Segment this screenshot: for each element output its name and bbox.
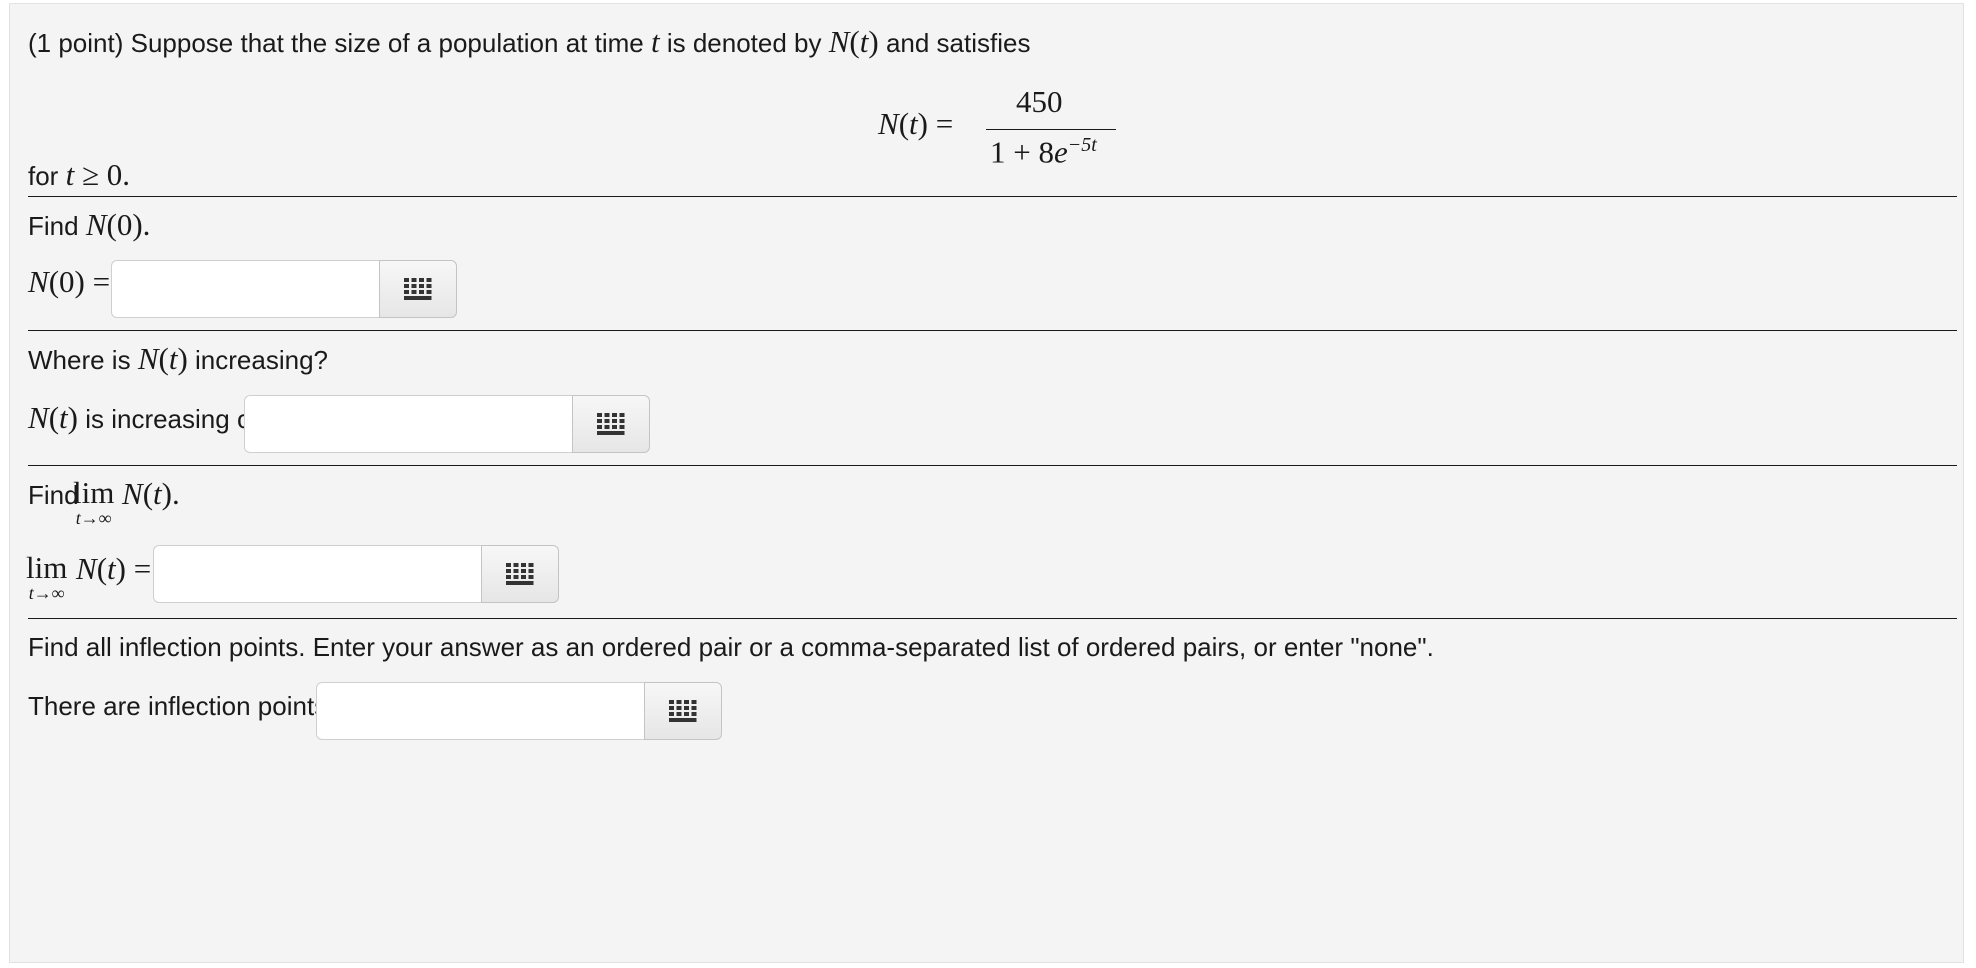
divider bbox=[28, 618, 1957, 619]
formula: N(t) = 450 1 + 8e−5t bbox=[868, 84, 1118, 174]
den-e: e bbox=[1053, 134, 1068, 170]
keypad-grid-icon bbox=[669, 700, 697, 722]
part2-prompt-text-a: Where is bbox=[28, 345, 131, 375]
keypad-grid-icon bbox=[404, 278, 432, 300]
part1-keypad-button[interactable] bbox=[379, 260, 457, 318]
part2-prompt-math: N(t) bbox=[137, 341, 188, 376]
intro-text-b: is denoted by bbox=[666, 28, 822, 58]
domain-line: for t ≥ 0. bbox=[28, 159, 130, 192]
intro-text-c: and satisfies bbox=[885, 28, 1031, 58]
problem-intro: (1 point) Suppose that the size of a pop… bbox=[28, 26, 1030, 59]
part4-answer-input[interactable] bbox=[316, 682, 644, 740]
intro-text-a: (1 point) Suppose that the size of a pop… bbox=[28, 28, 644, 58]
divider bbox=[28, 465, 1957, 466]
part4-prompt: Find all inflection points. Enter your a… bbox=[28, 632, 1434, 662]
lim-word: lim bbox=[73, 475, 115, 510]
part4-label: There are inflection points at bbox=[28, 691, 357, 721]
part4-answer-group bbox=[316, 682, 722, 740]
part1-prompt-math: N(0). bbox=[85, 207, 151, 242]
divider bbox=[28, 196, 1957, 197]
part3-label-limit: lim t→∞ bbox=[26, 550, 68, 603]
divider bbox=[28, 330, 1957, 331]
formula-denominator: 1 + 8e−5t bbox=[990, 134, 1097, 170]
fraction-bar bbox=[986, 129, 1116, 130]
intro-n-of-t: N(t) bbox=[828, 24, 879, 59]
lim-word: lim bbox=[26, 550, 68, 585]
domain-text: for bbox=[28, 161, 59, 191]
formula-lhs: N(t) = bbox=[878, 106, 954, 141]
part3-prompt-text: Find bbox=[28, 480, 79, 510]
den-const: 1 + 8 bbox=[990, 134, 1054, 170]
part1-answer-group bbox=[111, 260, 457, 318]
problem-panel: (1 point) Suppose that the size of a pop… bbox=[9, 3, 1964, 963]
part2-label-math: N(t) bbox=[28, 400, 78, 435]
part2-keypad-button[interactable] bbox=[572, 395, 650, 453]
den-exponent: −5t bbox=[1067, 134, 1097, 156]
part3-answer-group bbox=[153, 545, 559, 603]
part2-label-text: is increasing on bbox=[85, 404, 266, 434]
part3-prompt-math: N(t). bbox=[122, 476, 180, 511]
part3-answer-input[interactable] bbox=[153, 545, 481, 603]
part1-prompt: Find N(0). bbox=[28, 209, 150, 242]
part2-label: N(t) is increasing on bbox=[28, 402, 266, 435]
formula-numerator: 450 bbox=[1016, 84, 1063, 119]
domain-condition: t ≥ 0. bbox=[65, 157, 130, 192]
intro-var-t: t bbox=[650, 24, 660, 59]
part3-label-math: N(t) = bbox=[76, 551, 152, 586]
part2-prompt-text-b: increasing? bbox=[195, 345, 328, 375]
part2-prompt: Where is N(t) increasing? bbox=[28, 343, 328, 376]
keypad-grid-icon bbox=[597, 413, 625, 435]
part3-prompt-limit: lim t→∞ bbox=[73, 475, 115, 528]
part2-answer-input[interactable] bbox=[244, 395, 572, 453]
part4-keypad-button[interactable] bbox=[644, 682, 722, 740]
part1-prompt-text: Find bbox=[28, 211, 79, 241]
part1-answer-input[interactable] bbox=[111, 260, 379, 318]
part3-keypad-button[interactable] bbox=[481, 545, 559, 603]
part1-label: N(0) = bbox=[28, 264, 111, 299]
part2-answer-group bbox=[244, 395, 650, 453]
lim-subscript: t→∞ bbox=[75, 508, 112, 528]
keypad-grid-icon bbox=[506, 563, 534, 585]
lim-subscript: t→∞ bbox=[28, 583, 65, 603]
